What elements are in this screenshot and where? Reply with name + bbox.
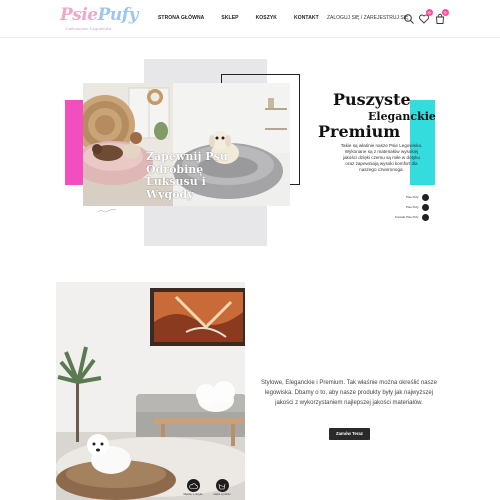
feature-washable: Łatwe w praniu xyxy=(212,479,232,499)
social-links: Psie Pufy Psie Pufy Kontakt Psie Pufy xyxy=(395,192,429,222)
social-label: Psie Pufy xyxy=(406,195,419,199)
cart-count-badge: 0 xyxy=(442,9,449,16)
feature-soft: Miękkie w dotyku xyxy=(183,479,203,499)
main-nav: STRONA GŁÓWNA SKLEP KOSZYK KONTAKT xyxy=(158,15,336,21)
hero-title-line3: Premium xyxy=(318,122,401,141)
social-link-email[interactable]: Kontakt Psie Pufy xyxy=(395,212,429,222)
social-label: Kontakt Psie Pufy xyxy=(395,215,419,219)
nav-item-shop[interactable]: SKLEP xyxy=(221,15,238,21)
logo-part-psie: Psie xyxy=(60,5,98,25)
hero-overlay-title: Zapewnij Psu Odrobinę Luksusu i Wygody xyxy=(146,150,228,201)
wishlist-button[interactable]: 0 xyxy=(418,9,433,24)
living-room-photo xyxy=(56,282,245,500)
wishlist-count-badge: 0 xyxy=(426,9,433,16)
cart-button[interactable]: 0 xyxy=(434,9,449,24)
site-header: PsiePufy Luksusowe Legowiska STRONA GŁÓW… xyxy=(0,0,500,38)
hero-title-line1: Puszyste xyxy=(333,90,411,109)
photo-signature xyxy=(97,209,117,214)
search-icon[interactable] xyxy=(403,12,415,24)
hero-pink-accent xyxy=(65,100,84,185)
logo-tagline: Luksusowe Legowiska xyxy=(66,26,112,31)
wash-icon xyxy=(215,479,229,492)
facebook-icon xyxy=(421,203,429,211)
instagram-icon xyxy=(421,193,429,201)
logo-wordmark: PsiePufy xyxy=(60,5,138,25)
nav-item-cart[interactable]: KOSZYK xyxy=(256,15,277,21)
section2-description: Stylowe, Eleganckie i Premium. Tak właśn… xyxy=(261,380,437,406)
nav-item-contact[interactable]: KONTAKT xyxy=(294,15,319,21)
feature-label: Łatwe w praniu xyxy=(213,493,231,496)
login-register-link[interactable]: ZALOGUJ SIĘ / ZAREJESTRUJ SIĘ xyxy=(327,15,408,21)
hero-description: Takie są właśnie nasze Psie Legowiska. W… xyxy=(340,143,423,172)
feature-label: Miękkie w dotyku xyxy=(183,493,203,496)
social-link-instagram[interactable]: Psie Pufy xyxy=(395,192,429,202)
logo[interactable]: PsiePufy Luksusowe Legowiska xyxy=(60,5,138,35)
order-now-button[interactable]: Zamów Teraz xyxy=(329,428,370,440)
social-link-facebook[interactable]: Psie Pufy xyxy=(395,202,429,212)
social-label: Psie Pufy xyxy=(406,205,419,209)
nav-item-home[interactable]: STRONA GŁÓWNA xyxy=(158,15,204,21)
cloud-icon xyxy=(186,479,200,492)
logo-part-pufy: Pufy xyxy=(97,5,139,25)
email-icon xyxy=(421,213,429,221)
